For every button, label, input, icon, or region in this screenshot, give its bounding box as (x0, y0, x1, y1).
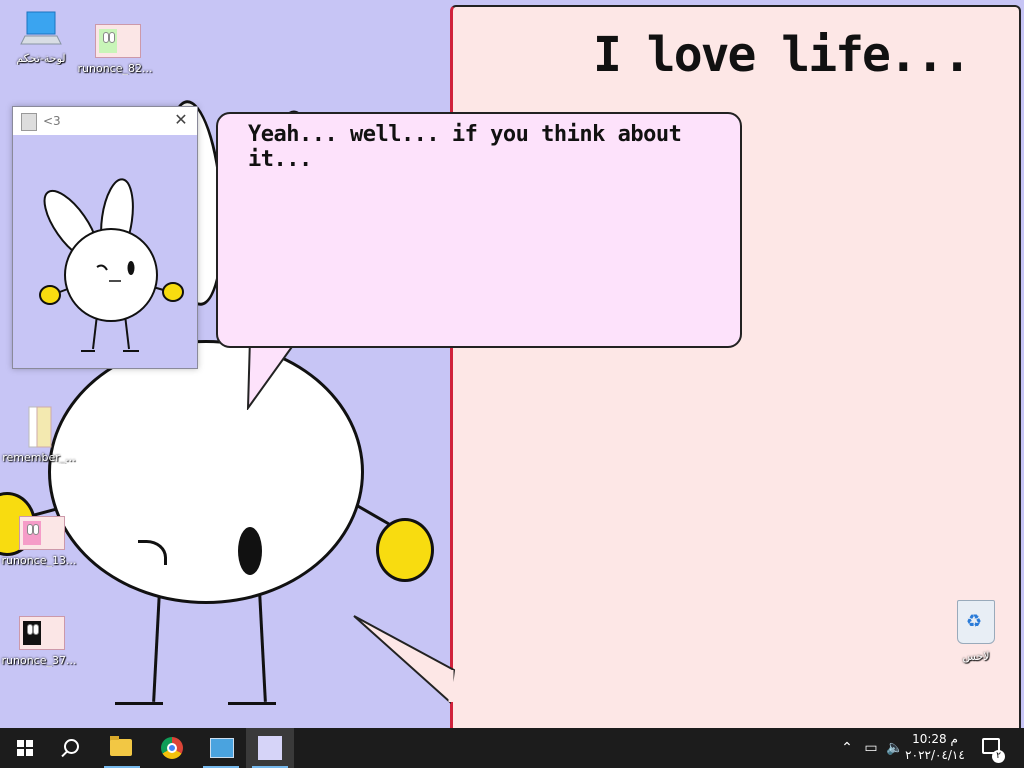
network-icon[interactable]: ▭ (860, 728, 882, 768)
desktop-icon-label: runonce_37... (1, 654, 77, 667)
runonce-file-icon (91, 20, 141, 60)
file-icon (15, 405, 63, 448)
desktop-icon-remember[interactable]: remember_... (0, 405, 78, 464)
bubble-text: Yeah... well... if you think about it... (248, 122, 682, 172)
taskbar-chrome[interactable] (148, 728, 196, 768)
bubble-tail-shape (246, 338, 296, 410)
search-icon (64, 739, 79, 754)
desktop-icon-runonce-37[interactable]: runonce_37... (0, 612, 78, 667)
taskbar-file-explorer[interactable] (98, 728, 146, 768)
note-title: I love life... (593, 27, 972, 83)
clock-date: ٢٠٢٢/٠٤/١٤ (905, 748, 965, 762)
close-icon[interactable]: ✕ (171, 110, 191, 130)
start-button[interactable] (0, 728, 48, 768)
bunny-app-icon (258, 736, 282, 760)
clock[interactable]: 10:28 م ٢٠٢٢/٠٤/١٤ (900, 731, 970, 763)
bunny-leg (152, 589, 161, 702)
runonce-file-icon (15, 512, 65, 552)
taskbar: ⌃ ▭ 🔈 10:28 م ٢٠٢٢/٠٤/١٤ ٢ (0, 728, 1024, 768)
taskbar-bunny-app[interactable] (246, 728, 294, 768)
desktop-icon-runonce-82[interactable]: runonce_82... (76, 20, 154, 75)
control-panel-icon (210, 738, 234, 758)
notification-count: ٢ (992, 750, 1005, 763)
desktop-icon-label: runonce_13... (1, 554, 77, 567)
note-tail-shape (353, 615, 456, 705)
search-button[interactable] (48, 728, 96, 768)
desktop-icon-label: لوحة-تحكم (16, 52, 66, 65)
bunny-hand (376, 518, 434, 582)
bunny-eye (238, 527, 262, 575)
bunny-foot (115, 702, 163, 705)
windows-logo-icon (17, 740, 33, 756)
mini-window-title: <3 (43, 114, 61, 128)
chrome-icon (161, 737, 183, 759)
chevron-up-icon[interactable]: ⌃ (838, 728, 856, 768)
desktop: I love life... Yeah... well... if you th… (0, 0, 1024, 728)
bunny-foot (228, 702, 276, 705)
mini-bunny-drawing (39, 178, 184, 352)
recycle-bin-icon (957, 600, 995, 644)
clock-time: 10:28 م (912, 732, 958, 746)
recycle-bin[interactable]: لاحس (938, 600, 1014, 663)
mini-window-titlebar[interactable]: <3 ✕ (13, 107, 197, 135)
folder-icon (110, 736, 132, 756)
this-pc-icon (17, 10, 65, 50)
recycle-bin-label: لاحس (962, 650, 990, 663)
bunny-leg (258, 589, 267, 702)
desktop-icon-runonce-13[interactable]: runonce_13... (0, 512, 78, 567)
taskbar-control-panel[interactable] (197, 728, 245, 768)
mini-window[interactable]: <3 ✕ (12, 106, 198, 369)
speech-bubble[interactable]: Yeah... well... if you think about it... (216, 112, 742, 348)
bunny-app-icon (21, 113, 37, 131)
desktop-icon-this-pc[interactable]: لوحة-تحكم (2, 10, 80, 65)
bunny-body (48, 340, 364, 604)
desktop-icon-label: runonce_82... (77, 62, 153, 75)
runonce-file-icon (15, 612, 65, 652)
